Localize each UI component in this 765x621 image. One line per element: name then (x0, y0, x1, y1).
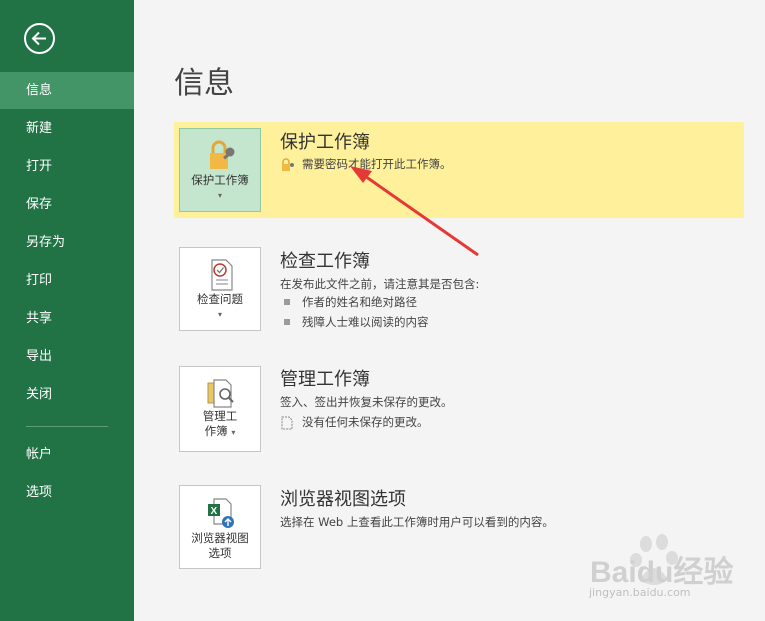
chevron-down-icon: ▾ (217, 310, 222, 319)
nav-item-save-as[interactable]: 另存为 (0, 224, 134, 261)
nav-item-share[interactable]: 共享 (0, 300, 134, 337)
browser-view-tile-label-2: 选项 (208, 546, 232, 560)
check-for-issues-label: 检查问题 (197, 292, 243, 306)
excel-web-icon: X (208, 498, 234, 528)
backstage-sidebar: 信息 新建 打开 保存 另存为 打印 共享 导出 关闭 帐户 选项 (0, 0, 134, 621)
nav-item-options[interactable]: 选项 (0, 474, 134, 511)
inspect-workbook-title: 检查工作簿 (280, 251, 370, 272)
page-title: 信息 (174, 66, 234, 101)
bullet-icon (284, 298, 290, 305)
document-dotted-icon (281, 416, 293, 429)
protect-workbook-desc: 需要密码才能打开此工作簿。 (302, 157, 452, 171)
inspect-workbook-section: 检查问题 ▾ 检查工作簿 在发布此文件之前，请注意其是否包含: 作者的姓名和绝对… (174, 245, 744, 335)
nav-item-open[interactable]: 打开 (0, 148, 134, 185)
manage-workbook-button[interactable]: 管理工 作簿 ▾ (179, 366, 261, 452)
manage-workbook-title: 管理工作簿 (280, 369, 370, 390)
protect-workbook-tile-label: 保护工作簿 (191, 173, 249, 187)
inspect-bullet-1: 作者的姓名和绝对路径 (284, 294, 417, 310)
manage-workbook-section: 管理工 作簿 ▾ 管理工作簿 签入、签出并恢复未保存的更改。 没有任何未保存的更… (174, 365, 744, 455)
protect-workbook-section: 保护工作簿 ▾ 保护工作簿 需要密码才能打开此工作簿。 (174, 122, 744, 218)
baidu-watermark-logo: Baidu经验 (590, 534, 733, 589)
nav-item-account[interactable]: 帐户 (0, 436, 134, 473)
watermark-brand: Baidu经验 (590, 555, 733, 589)
back-button[interactable] (24, 23, 55, 54)
inspect-workbook-desc: 在发布此文件之前，请注意其是否包含: (280, 277, 480, 291)
bullet-icon (284, 318, 290, 325)
manage-workbook-note: 没有任何未保存的更改。 (302, 415, 429, 429)
protect-workbook-title: 保护工作簿 (280, 132, 370, 153)
back-arrow-icon (31, 31, 46, 46)
small-lock-key-icon (282, 157, 294, 171)
manage-workbook-desc: 签入、签出并恢复未保存的更改。 (280, 395, 453, 409)
info-panel: 信息 保护工作簿 ▾ 保护工作簿 需要密码才能打开此工作簿。 检查问题 ▾ 检查… (134, 0, 765, 621)
manage-workbook-tile-label-1: 管理工 (202, 409, 238, 423)
lock-key-icon (210, 140, 235, 169)
nav-item-info[interactable]: 信息 (0, 72, 134, 109)
manage-workbook-icon (207, 379, 234, 408)
nav-item-new[interactable]: 新建 (0, 110, 134, 147)
protect-workbook-button[interactable]: 保护工作簿 ▾ (179, 128, 261, 212)
chevron-down-icon: ▾ (217, 191, 222, 200)
browser-view-tile-label-1: 浏览器视图 (191, 531, 249, 545)
manage-workbook-note-row: 没有任何未保存的更改。 (280, 414, 429, 430)
manage-workbook-tile-label-2: 作簿 (204, 424, 228, 438)
nav-item-close[interactable]: 关闭 (0, 376, 134, 413)
browser-view-title: 浏览器视图选项 (280, 489, 406, 510)
nav-item-export[interactable]: 导出 (0, 338, 134, 375)
manage-workbook-tile-label-2-row: 作簿 ▾ (180, 424, 260, 440)
nav-divider (26, 426, 108, 427)
inspect-bullet-2: 残障人士难以阅读的内容 (284, 314, 429, 330)
check-for-issues-button[interactable]: 检查问题 ▾ (179, 247, 261, 331)
nav-item-print[interactable]: 打印 (0, 262, 134, 299)
protect-workbook-desc-row: 需要密码才能打开此工作簿。 (280, 156, 452, 172)
watermark-url: jingyan.baidu.com (589, 586, 691, 599)
browser-view-options-button[interactable]: X 浏览器视图 选项 (179, 485, 261, 569)
inspect-bullet-2-text: 残障人士难以阅读的内容 (302, 315, 429, 329)
browser-view-desc: 选择在 Web 上查看此工作簿时用户可以看到的内容。 (280, 515, 554, 529)
nav-item-save[interactable]: 保存 (0, 186, 134, 223)
chevron-down-icon: ▾ (231, 428, 236, 437)
inspect-document-icon (211, 259, 233, 291)
inspect-bullet-1-text: 作者的姓名和绝对路径 (302, 295, 417, 309)
svg-text:X: X (211, 506, 218, 517)
